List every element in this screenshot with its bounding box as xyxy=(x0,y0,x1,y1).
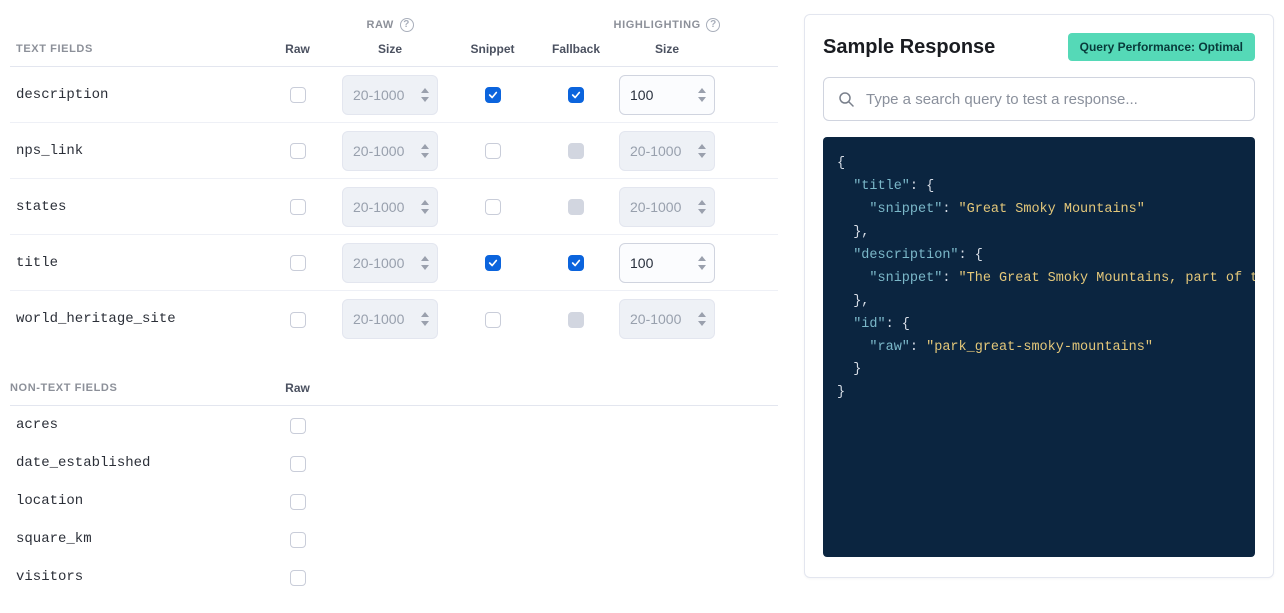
field-name: world_heritage_site xyxy=(10,311,260,327)
stepper-icon xyxy=(421,87,431,103)
fallback-checkbox xyxy=(568,143,584,159)
table-row: location xyxy=(10,482,778,520)
raw-checkbox[interactable] xyxy=(290,199,306,215)
raw-checkbox[interactable] xyxy=(290,143,306,159)
help-icon[interactable]: ? xyxy=(400,18,414,32)
table-row: nps_link 20-1000 20-1000 xyxy=(10,123,778,179)
raw-size-input: 20-1000 xyxy=(342,299,438,339)
raw-checkbox[interactable] xyxy=(290,87,306,103)
fallback-col-header: Fallback xyxy=(540,42,612,56)
stepper-icon xyxy=(698,311,708,327)
hl-size-col-header: Size xyxy=(612,42,722,56)
raw-size-input: 20-1000 xyxy=(342,187,438,227)
fallback-checkbox[interactable] xyxy=(568,255,584,271)
stepper-icon xyxy=(698,143,708,159)
field-name: title xyxy=(10,255,260,271)
table-row: date_established xyxy=(10,444,778,482)
raw-checkbox[interactable] xyxy=(290,456,306,472)
snippet-checkbox[interactable] xyxy=(485,143,501,159)
fallback-checkbox[interactable] xyxy=(568,87,584,103)
panel-title: Sample Response xyxy=(823,36,995,59)
stepper-icon xyxy=(421,199,431,215)
search-input-wrapper[interactable] xyxy=(823,77,1255,121)
raw-checkbox[interactable] xyxy=(290,418,306,434)
raw-size-col-header: Size xyxy=(335,42,445,56)
highlight-size-input: 20-1000 xyxy=(619,131,715,171)
sample-response-panel: Sample Response Query Performance: Optim… xyxy=(804,14,1274,578)
highlight-size-input: 20-1000 xyxy=(619,299,715,339)
raw-checkbox[interactable] xyxy=(290,312,306,328)
raw-checkbox[interactable] xyxy=(290,255,306,271)
query-performance-badge: Query Performance: Optimal xyxy=(1068,33,1255,61)
highlight-size-input: 20-1000 xyxy=(619,187,715,227)
text-fields-header: TEXT FIELDS xyxy=(10,43,260,55)
field-name: states xyxy=(10,199,260,215)
field-name: acres xyxy=(10,417,260,433)
raw-checkbox[interactable] xyxy=(290,494,306,510)
raw-checkbox[interactable] xyxy=(290,570,306,586)
table-row: states 20-1000 20-1000 xyxy=(10,179,778,235)
table-row: visitors xyxy=(10,558,778,596)
table-row: world_heritage_site 20-1000 20-1000 xyxy=(10,291,778,347)
field-name: description xyxy=(10,87,260,103)
search-icon xyxy=(838,91,854,107)
stepper-icon xyxy=(421,255,431,271)
raw-group-header: RAW xyxy=(366,19,393,31)
help-icon[interactable]: ? xyxy=(706,18,720,32)
highlight-size-input[interactable]: 100 xyxy=(619,75,715,115)
highlighting-group-header: HIGHLIGHTING xyxy=(614,19,701,31)
table-row: square_km xyxy=(10,520,778,558)
stepper-icon xyxy=(421,311,431,327)
raw-size-input: 20-1000 xyxy=(342,131,438,171)
field-name: nps_link xyxy=(10,143,260,159)
snippet-checkbox[interactable] xyxy=(485,255,501,271)
search-input[interactable] xyxy=(864,90,1240,109)
table-row: description 20-1000 100 xyxy=(10,67,778,123)
table-row: title 20-1000 100 xyxy=(10,235,778,291)
stepper-icon[interactable] xyxy=(698,87,708,103)
non-text-fields-header: NON-TEXT FIELDS xyxy=(10,382,260,394)
field-name: date_established xyxy=(10,455,260,471)
stepper-icon[interactable] xyxy=(698,255,708,271)
stepper-icon xyxy=(698,199,708,215)
stepper-icon xyxy=(421,143,431,159)
snippet-checkbox[interactable] xyxy=(485,199,501,215)
highlight-size-input[interactable]: 100 xyxy=(619,243,715,283)
fallback-checkbox xyxy=(568,312,584,328)
raw-size-input: 20-1000 xyxy=(342,243,438,283)
field-name: visitors xyxy=(10,569,260,585)
raw-checkbox[interactable] xyxy=(290,532,306,548)
table-row: acres xyxy=(10,406,778,444)
field-name: square_km xyxy=(10,531,260,547)
response-code[interactable]: { "title": { "snippet": "Great Smoky Mou… xyxy=(823,137,1255,557)
fallback-checkbox xyxy=(568,199,584,215)
snippet-col-header: Snippet xyxy=(445,42,540,56)
raw-col-header-2: Raw xyxy=(260,381,335,395)
snippet-checkbox[interactable] xyxy=(485,87,501,103)
snippet-checkbox[interactable] xyxy=(485,312,501,328)
raw-size-input: 20-1000 xyxy=(342,75,438,115)
field-name: location xyxy=(10,493,260,509)
raw-col-header: Raw xyxy=(260,42,335,56)
